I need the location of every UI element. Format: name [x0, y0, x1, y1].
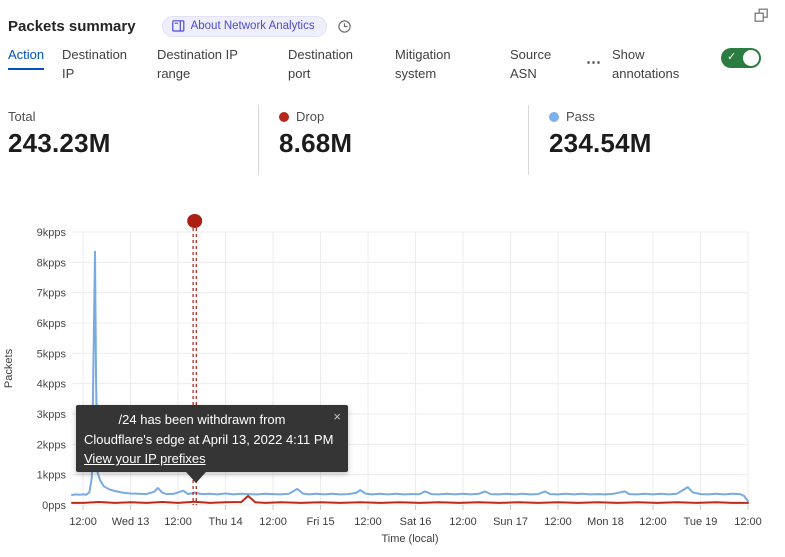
x-axis-title: Time (local)	[381, 533, 438, 545]
x-tick-label: 12:00	[354, 516, 382, 528]
packets-chart: 9kpps 8kpps 7kpps 6kpps 5kpps 4kpps 3kpps 2kpps…	[0, 207, 785, 557]
annotation-text-line2: Cloudflare's edge at April 13, 2022 4:11…	[84, 430, 340, 450]
chart-canvas[interactable]: 9kpps 8kpps 7kpps 6kpps 5kpps 4kpps 3kpps 2kpps…	[0, 207, 785, 557]
y-axis-title: Packets	[3, 348, 15, 388]
y-tick-label: 0pps	[42, 500, 66, 512]
y-tick-label: 5kpps	[37, 348, 67, 360]
y-tick-label: 1kpps	[37, 470, 67, 482]
y-tick-label: 4kpps	[37, 379, 67, 391]
about-network-analytics-badge[interactable]: About Network Analytics	[162, 16, 327, 37]
stat-total: Total 243.23M	[0, 105, 258, 175]
y-tick-label: 7kpps	[37, 288, 67, 300]
tab-label: Source ASN	[510, 46, 558, 84]
x-tick-label: 12:00	[164, 516, 192, 528]
toggle-knob	[743, 50, 759, 66]
x-tick-label: 12:00	[639, 516, 667, 528]
tab-label: Destination port	[288, 46, 360, 84]
x-tick-label: 12:00	[544, 516, 572, 528]
annotation-tooltip: × /24 has been withdrawn from Cloudflare…	[76, 405, 348, 472]
tooltip-caret	[186, 472, 206, 483]
x-tick-label: 12:00	[449, 516, 477, 528]
show-annotations-toggle[interactable]: ✓	[721, 48, 761, 68]
x-tick-label: 12:00	[69, 516, 97, 528]
x-tick-label: Wed 13	[112, 516, 150, 528]
y-tick-label: 6kpps	[37, 318, 67, 330]
tab-destination-ip-range[interactable]: Destination IP range	[157, 46, 247, 84]
y-tick-label: 8kpps	[37, 257, 67, 269]
x-tick-label: Sun 17	[493, 516, 528, 528]
tab-destination-port[interactable]: Destination port	[288, 46, 360, 84]
about-badge-label: About Network Analytics	[191, 20, 315, 32]
stat-label: Pass	[566, 109, 595, 124]
x-tick-label: Tue 19	[684, 516, 718, 528]
show-annotations-label: Show annotations	[612, 46, 692, 84]
x-tick-label: Mon 18	[587, 516, 624, 528]
expand-icon[interactable]	[754, 8, 769, 23]
more-tabs-button[interactable]: ⋯	[586, 53, 602, 71]
stat-value: 234.54M	[549, 128, 785, 159]
dimension-tabs: Action Destination IP Destination IP range…	[0, 42, 785, 90]
tab-label: Destination IP	[62, 46, 134, 84]
x-tick-label: 12:00	[259, 516, 287, 528]
stat-value: 8.68M	[279, 128, 528, 159]
stat-label: Total	[8, 109, 35, 124]
stat-label: Drop	[296, 109, 324, 124]
stats-row: Total 243.23M Drop 8.68M Pass 234.54M	[0, 105, 785, 175]
y-tick-label: 3kpps	[37, 409, 67, 421]
tab-source-asn[interactable]: Source ASN	[510, 46, 558, 84]
clock-icon	[337, 19, 352, 34]
panel-header: Packets summary About Network Analytics	[0, 0, 785, 42]
packets-summary-panel: { "header": { "title": "Packets summary"…	[0, 0, 785, 555]
book-icon	[172, 20, 185, 32]
tab-label: Mitigation system	[395, 46, 465, 84]
page-title: Packets summary	[8, 18, 136, 35]
x-tick-label: Fri 15	[306, 516, 334, 528]
drop-legend-dot	[279, 112, 289, 122]
tab-label: Destination IP range	[157, 46, 247, 84]
close-icon[interactable]: ×	[333, 407, 341, 427]
view-ip-prefixes-link[interactable]: View your IP prefixes	[84, 451, 206, 466]
series-drop	[72, 496, 748, 503]
annotation-marker-dot[interactable]	[187, 214, 202, 228]
y-tick-label: 9kpps	[37, 227, 67, 239]
annotation-text-line1: /24 has been withdrawn from	[84, 410, 340, 430]
x-tick-label: Thu 14	[208, 516, 242, 528]
tab-mitigation-system[interactable]: Mitigation system	[395, 46, 465, 84]
x-tick-label: Sat 16	[400, 516, 432, 528]
tab-action[interactable]: Action	[8, 46, 48, 70]
stat-value: 243.23M	[8, 128, 258, 159]
tab-destination-ip[interactable]: Destination IP	[62, 46, 134, 84]
pass-legend-dot	[549, 112, 559, 122]
check-icon: ✓	[727, 50, 736, 63]
stat-pass: Pass 234.54M	[528, 105, 785, 175]
y-tick-label: 2kpps	[37, 439, 67, 451]
stat-drop: Drop 8.68M	[258, 105, 528, 175]
tab-label: Action	[8, 46, 44, 70]
x-tick-label: 12:00	[734, 516, 762, 528]
